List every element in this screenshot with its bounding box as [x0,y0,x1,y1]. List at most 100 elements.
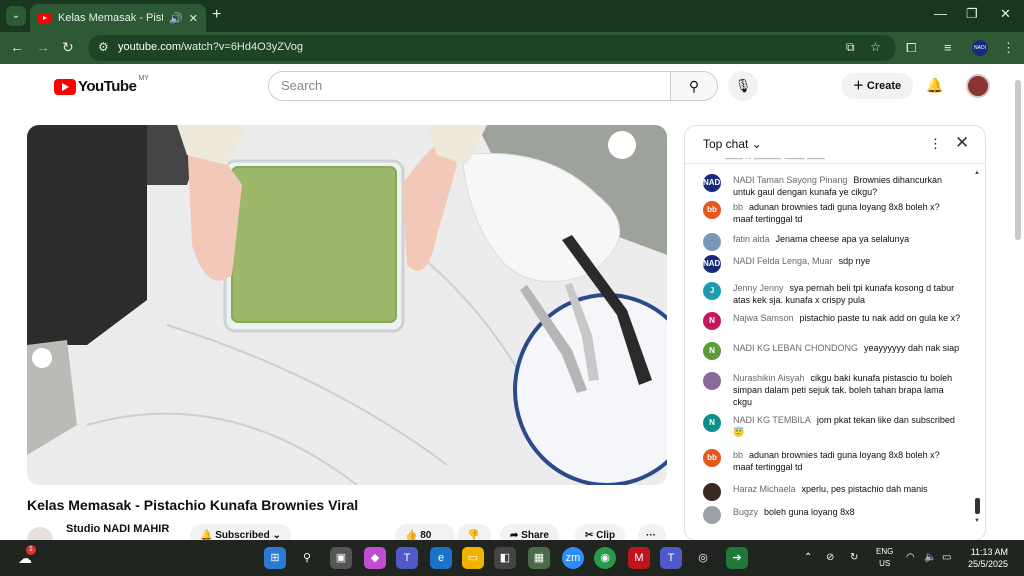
chat-author-name[interactable]: bb [733,450,743,460]
profile-avatar[interactable]: NADI [972,40,988,56]
chat-author-name[interactable]: Bugzy [733,507,758,517]
tray-overflow-icon[interactable]: ⌃ [804,552,812,563]
chat-message[interactable]: fatin aida Jenama cheese apa ya selalunya [703,233,961,251]
chat-author-name[interactable]: Najwa Samson [733,313,794,323]
chat-author-name[interactable]: NADI Felda Lenga, Muar [733,256,833,266]
chat-message-body: Haraz Michaela xperlu, pes pistachio dah … [733,483,961,501]
chat-message[interactable]: Bugzy boleh guna loyang 8x8 [703,506,961,524]
calculator-icon[interactable]: ▦ [528,547,550,569]
chat-author-avatar[interactable]: N [703,342,721,360]
chat-scrollbar[interactable] [975,498,980,514]
taskbar-search-icon[interactable]: ⚲ [296,547,318,569]
chat-author-name[interactable]: NADI KG LEBAN CHONDONG [733,343,858,353]
minimize-icon[interactable]: — [934,6,947,21]
sync-icon[interactable]: ↻ [850,552,858,563]
chat-close-icon[interactable]: ✕ [955,133,969,153]
tab-search-menu-button[interactable]: ⌄ [6,6,26,26]
tab-close-icon[interactable]: ✕ [189,12,198,25]
browser-menu-icon[interactable]: ⋮ [1002,40,1015,56]
chat-author-avatar[interactable] [703,372,721,390]
edge-icon[interactable]: e [430,547,452,569]
speaker-icon[interactable]: 🔊 [169,12,183,25]
chat-author-avatar[interactable]: bb [703,449,721,467]
notifications-bell-icon[interactable]: 🔔 [926,77,943,94]
chat-message[interactable]: NADI NADI Taman Sayong Pinang Brownies dih… [703,174,961,198]
bookmark-star-icon[interactable]: ☆ [870,40,881,54]
back-arrow-icon[interactable]: ← [10,39,24,55]
zoom-icon[interactable]: zm [562,547,584,569]
chat-scroll-up-icon[interactable]: ▲ [974,170,980,176]
create-label: Create [866,80,902,92]
chat-author-avatar[interactable]: N [703,312,721,330]
chat-message[interactable]: J Jenny Jenny sya pernah beli tpi kunafa k… [703,282,961,306]
chat-scroll-down-icon[interactable]: ▼ [974,518,980,524]
chat-author-avatar[interactable]: J [703,282,721,300]
chat-author-avatar[interactable]: bb [703,201,721,219]
chat-author-name[interactable]: bb [733,202,743,212]
mcafee-icon[interactable]: M [628,547,650,569]
volume-icon[interactable]: 🔈 [924,552,936,563]
page-scrollbar[interactable] [1015,80,1021,240]
chat-message[interactable]: Nurashikin Aisyah cikgu baki kunafa pista… [703,372,961,408]
weather-widget-icon[interactable]: ☁ 1 [14,545,36,569]
video-player[interactable] [27,125,667,485]
chat-author-name[interactable]: NADI KG TEMBILA [733,415,811,425]
chat-author-avatar[interactable] [703,233,721,251]
excel-icon[interactable]: ➔ [726,547,748,569]
copilot-icon[interactable]: ◆ [364,547,386,569]
chat-author-name[interactable]: NADI Taman Sayong Pinang [733,175,847,185]
chat-message[interactable]: N Najwa Samson pistachio paste tu nak add … [703,312,961,330]
chat-message[interactable]: bb bb adunan brownies tadi guna loyang 8x8… [703,201,961,225]
reload-icon[interactable]: ↻ [62,39,74,56]
chat-author-avatar[interactable]: NADI [703,255,723,273]
language-indicator[interactable]: ENG US [876,546,893,570]
chat-message[interactable]: N NADI KG TEMBILA jom pkat tekan like dan … [703,414,961,438]
chat-message-body: fatin aida Jenama cheese apa ya selalunya [733,233,961,251]
channel-name[interactable]: Studio NADI MAHIR [66,523,169,535]
chat-author-avatar[interactable] [703,483,721,501]
window-close-icon[interactable]: ✕ [1000,6,1011,22]
account-avatar[interactable] [966,74,990,98]
chat-more-icon[interactable]: ⋮ [929,136,942,152]
chat-message[interactable]: N NADI KG LEBAN CHONDONG yeayyyyyy dah nak… [703,342,961,360]
teams-work-icon[interactable]: T [660,547,682,569]
chat-author-avatar[interactable] [703,506,721,524]
chat-message-text: adunan brownies tadi guna loyang 8x8 bol… [733,450,940,472]
system-clock[interactable]: 11:13 AM 25/5/2025 [968,546,1008,570]
chat-author-avatar[interactable]: NADI [703,174,723,192]
chat-message[interactable]: NADI NADI Felda Lenga, Muar sdp nye [703,255,961,273]
search-button[interactable]: ⚲ [670,71,718,101]
chat-mode-dropdown[interactable]: Top chat ⌄ [703,137,762,151]
file-explorer-icon[interactable]: ▭ [462,547,484,569]
site-info-icon[interactable]: ⚙ [98,40,109,54]
webex-icon[interactable]: ◎ [692,547,714,569]
browser-tab-youtube[interactable]: Kelas Memasak - Pistachio K 🔊 ✕ [30,4,206,32]
chat-author-name[interactable]: Haraz Michaela [733,484,796,494]
network-off-icon[interactable]: ⊘ [826,552,834,563]
chat-author-name[interactable]: fatin aida [733,234,770,244]
teams-icon[interactable]: T [396,547,418,569]
chat-message[interactable]: bb bb adunan brownies tadi guna loyang 8x8… [703,449,961,473]
youtube-logo[interactable]: YouTube MY [54,75,149,95]
voice-search-button[interactable]: 🎙 [728,71,758,101]
task-view-icon[interactable]: ▣ [330,547,352,569]
wifi-icon[interactable]: ◠ [906,552,915,563]
address-bar[interactable]: ⚙ youtube.com/watch?v=6Hd4O3yZVog ⧉ ☆ [88,35,896,61]
search-input[interactable]: Search [268,71,672,101]
store-icon[interactable]: ◧ [494,547,516,569]
chat-author-name[interactable]: Nurashikin Aisyah [733,373,805,383]
restore-icon[interactable]: ❐ [966,6,978,22]
chat-message-body: NADI Taman Sayong Pinang Brownies dihancu… [733,174,961,198]
chat-author-name[interactable]: Jenny Jenny [733,283,784,293]
chat-author-avatar[interactable]: N [703,414,721,432]
create-button[interactable]: ＋ Create [841,73,913,99]
start-icon[interactable]: ⊞ [264,547,286,569]
chrome-icon[interactable]: ◉ [594,547,616,569]
battery-icon[interactable]: ▭ [942,552,951,563]
extensions-icon[interactable]: ⧠ [906,40,916,56]
media-control-icon[interactable]: ≡ [944,40,952,55]
forward-arrow-icon[interactable]: → [36,39,50,55]
chat-message[interactable]: Haraz Michaela xperlu, pes pistachio dah … [703,483,961,501]
install-app-icon[interactable]: ⧉ [846,40,855,55]
new-tab-button[interactable]: + [212,6,221,24]
